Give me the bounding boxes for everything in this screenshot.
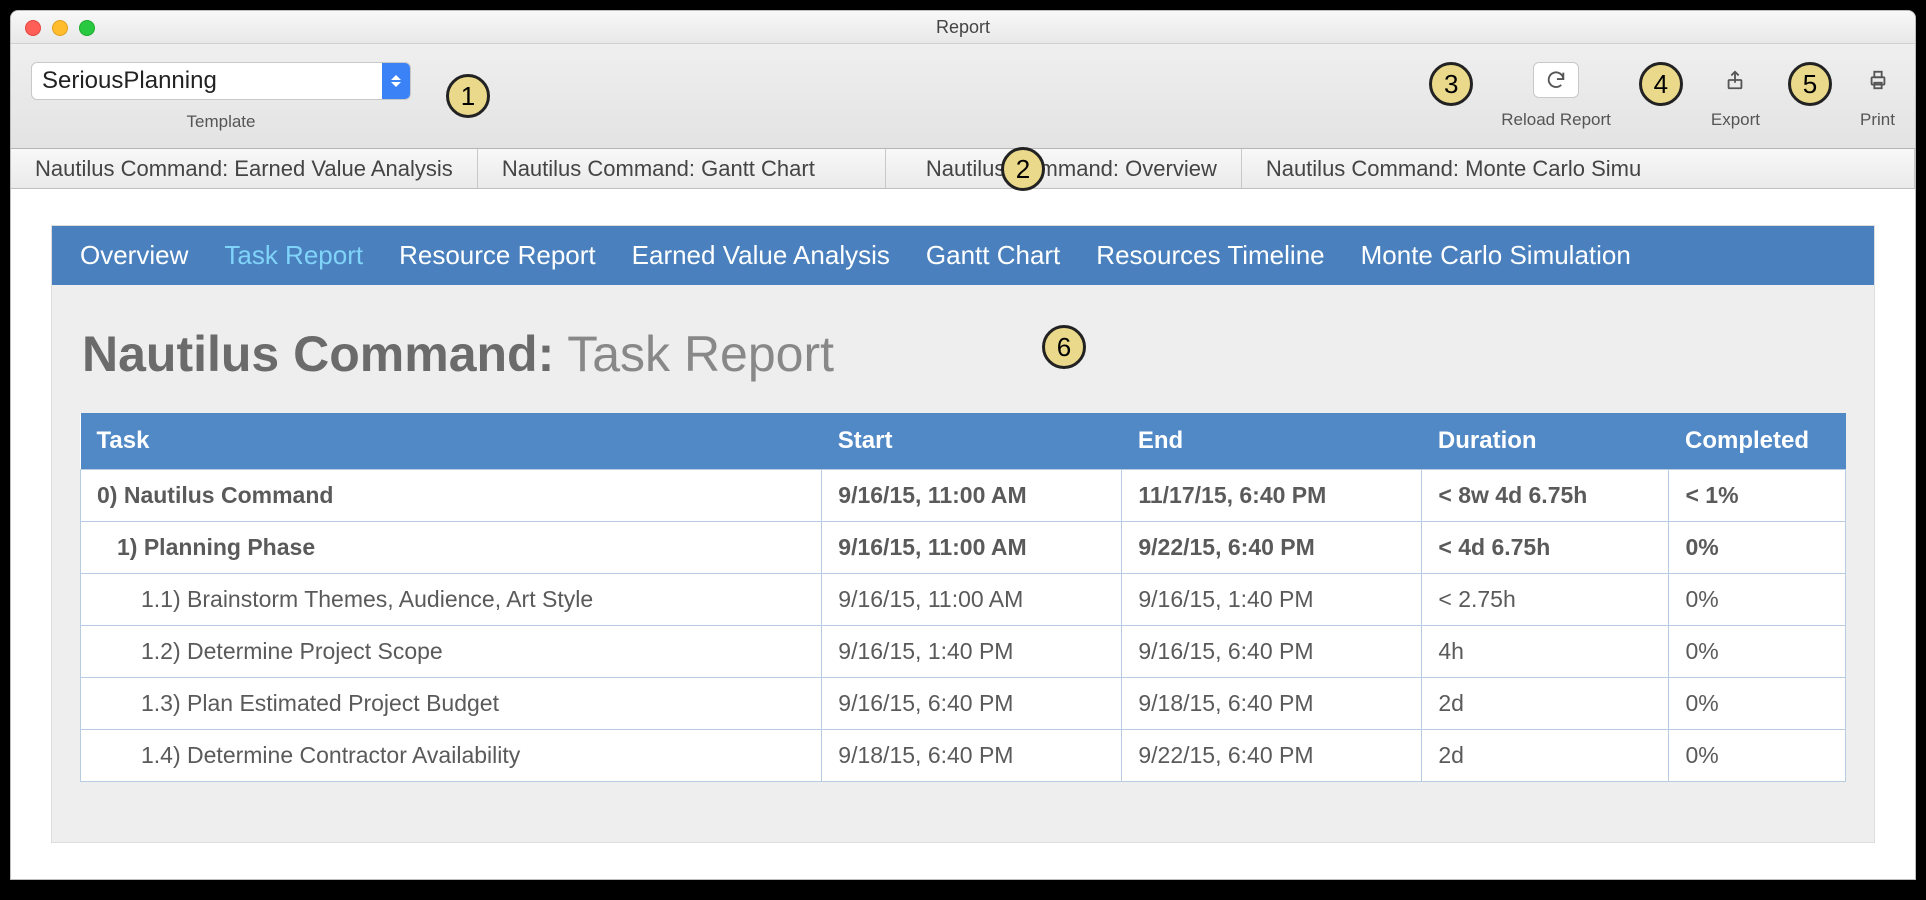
doc-tab-earned-value[interactable]: Nautilus Command: Earned Value Analysis xyxy=(11,149,478,188)
table-row: 0) Nautilus Command9/16/15, 11:00 AM11/1… xyxy=(81,470,1846,522)
table-row: 1.2) Determine Project Scope9/16/15, 1:4… xyxy=(81,626,1846,678)
table-cell: 2d xyxy=(1422,730,1669,782)
zoom-button[interactable] xyxy=(79,20,95,36)
print-group: Print xyxy=(1860,62,1895,130)
close-button[interactable] xyxy=(25,20,41,36)
template-select[interactable]: SeriousPlanning xyxy=(31,62,411,100)
table-cell: 0% xyxy=(1669,730,1846,782)
page-title-rest: Task Report xyxy=(554,326,834,382)
th-start: Start xyxy=(822,413,1122,470)
table-cell: 9/16/15, 6:40 PM xyxy=(822,678,1122,730)
nav-resources-timeline[interactable]: Resources Timeline xyxy=(1096,240,1324,271)
table-cell: 9/16/15, 6:40 PM xyxy=(1122,626,1422,678)
table-cell: < 2.75h xyxy=(1422,574,1669,626)
table-cell: 4h xyxy=(1422,626,1669,678)
callout-2: 2 xyxy=(1001,147,1045,191)
table-cell: 1.4) Determine Contractor Availability xyxy=(81,730,822,782)
page-title: Nautilus Command: Task Report xyxy=(52,285,1874,413)
callout-4: 4 xyxy=(1639,62,1683,106)
th-task: Task xyxy=(81,413,822,470)
table-cell: 9/16/15, 11:00 AM xyxy=(822,522,1122,574)
print-button[interactable] xyxy=(1867,62,1889,98)
nav-task-report[interactable]: Task Report xyxy=(224,240,363,271)
th-end: End xyxy=(1122,413,1422,470)
reload-button[interactable] xyxy=(1533,62,1579,98)
nav-overview[interactable]: Overview xyxy=(80,240,188,271)
table-cell: < 1% xyxy=(1669,470,1846,522)
table-cell: 0% xyxy=(1669,522,1846,574)
select-stepper-icon xyxy=(382,62,410,100)
table-cell: 0) Nautilus Command xyxy=(81,470,822,522)
report-nav: Overview Task Report Resource Report Ear… xyxy=(52,226,1874,285)
table-cell: 11/17/15, 6:40 PM xyxy=(1122,470,1422,522)
table-cell: 9/16/15, 11:00 AM xyxy=(822,574,1122,626)
page-title-bold: Nautilus Command: xyxy=(82,326,554,382)
nav-resource-report[interactable]: Resource Report xyxy=(399,240,596,271)
reload-icon xyxy=(1545,69,1567,91)
th-duration: Duration xyxy=(1422,413,1669,470)
doc-tab-overview[interactable]: Nautilus Command: Overview xyxy=(886,149,1242,188)
table-cell: 9/16/15, 11:00 AM xyxy=(822,470,1122,522)
table-row: 1) Planning Phase9/16/15, 11:00 AM9/22/1… xyxy=(81,522,1846,574)
printer-icon xyxy=(1867,69,1889,91)
callout-1: 1 xyxy=(446,74,490,118)
callout-3: 3 xyxy=(1429,62,1473,106)
reload-label: Reload Report xyxy=(1501,110,1611,130)
th-completed: Completed xyxy=(1669,413,1846,470)
template-label: Template xyxy=(187,112,256,132)
export-group: Export xyxy=(1711,62,1760,130)
table-cell: < 4d 6.75h xyxy=(1422,522,1669,574)
export-button[interactable] xyxy=(1724,62,1746,98)
table-cell: 1) Planning Phase xyxy=(81,522,822,574)
window-title: Report xyxy=(11,11,1915,44)
reload-group: Reload Report xyxy=(1501,62,1611,130)
table-cell: 0% xyxy=(1669,574,1846,626)
table-cell: 1.3) Plan Estimated Project Budget xyxy=(81,678,822,730)
doc-tab-monte-carlo[interactable]: Nautilus Command: Monte Carlo Simu xyxy=(1242,149,1915,188)
table-cell: 0% xyxy=(1669,626,1846,678)
nav-earned-value[interactable]: Earned Value Analysis xyxy=(632,240,890,271)
print-label: Print xyxy=(1860,110,1895,130)
share-icon xyxy=(1724,69,1746,91)
table-cell: 9/22/15, 6:40 PM xyxy=(1122,730,1422,782)
document-tabs: Nautilus Command: Earned Value Analysis … xyxy=(11,149,1915,189)
task-table: Task Start End Duration Completed 0) Nau… xyxy=(80,413,1846,782)
template-value: SeriousPlanning xyxy=(32,67,382,95)
template-group: SeriousPlanning Template xyxy=(31,62,411,132)
table-row: 1.1) Brainstorm Themes, Audience, Art St… xyxy=(81,574,1846,626)
table-cell: 1.1) Brainstorm Themes, Audience, Art St… xyxy=(81,574,822,626)
nav-monte-carlo[interactable]: Monte Carlo Simulation xyxy=(1361,240,1631,271)
table-cell: 9/18/15, 6:40 PM xyxy=(822,730,1122,782)
minimize-button[interactable] xyxy=(52,20,68,36)
table-row: 1.3) Plan Estimated Project Budget9/16/1… xyxy=(81,678,1846,730)
doc-tab-gantt[interactable]: Nautilus Command: Gantt Chart xyxy=(478,149,886,188)
table-cell: 1.2) Determine Project Scope xyxy=(81,626,822,678)
table-cell: 9/22/15, 6:40 PM xyxy=(1122,522,1422,574)
table-cell: < 8w 4d 6.75h xyxy=(1422,470,1669,522)
table-cell: 9/16/15, 1:40 PM xyxy=(822,626,1122,678)
callout-6: 6 xyxy=(1042,325,1086,369)
table-cell: 9/18/15, 6:40 PM xyxy=(1122,678,1422,730)
nav-gantt-chart[interactable]: Gantt Chart xyxy=(926,240,1060,271)
table-cell: 2d xyxy=(1422,678,1669,730)
table-cell: 9/16/15, 1:40 PM xyxy=(1122,574,1422,626)
callout-5: 5 xyxy=(1788,62,1832,106)
export-label: Export xyxy=(1711,110,1760,130)
table-cell: 0% xyxy=(1669,678,1846,730)
table-row: 1.4) Determine Contractor Availability9/… xyxy=(81,730,1846,782)
